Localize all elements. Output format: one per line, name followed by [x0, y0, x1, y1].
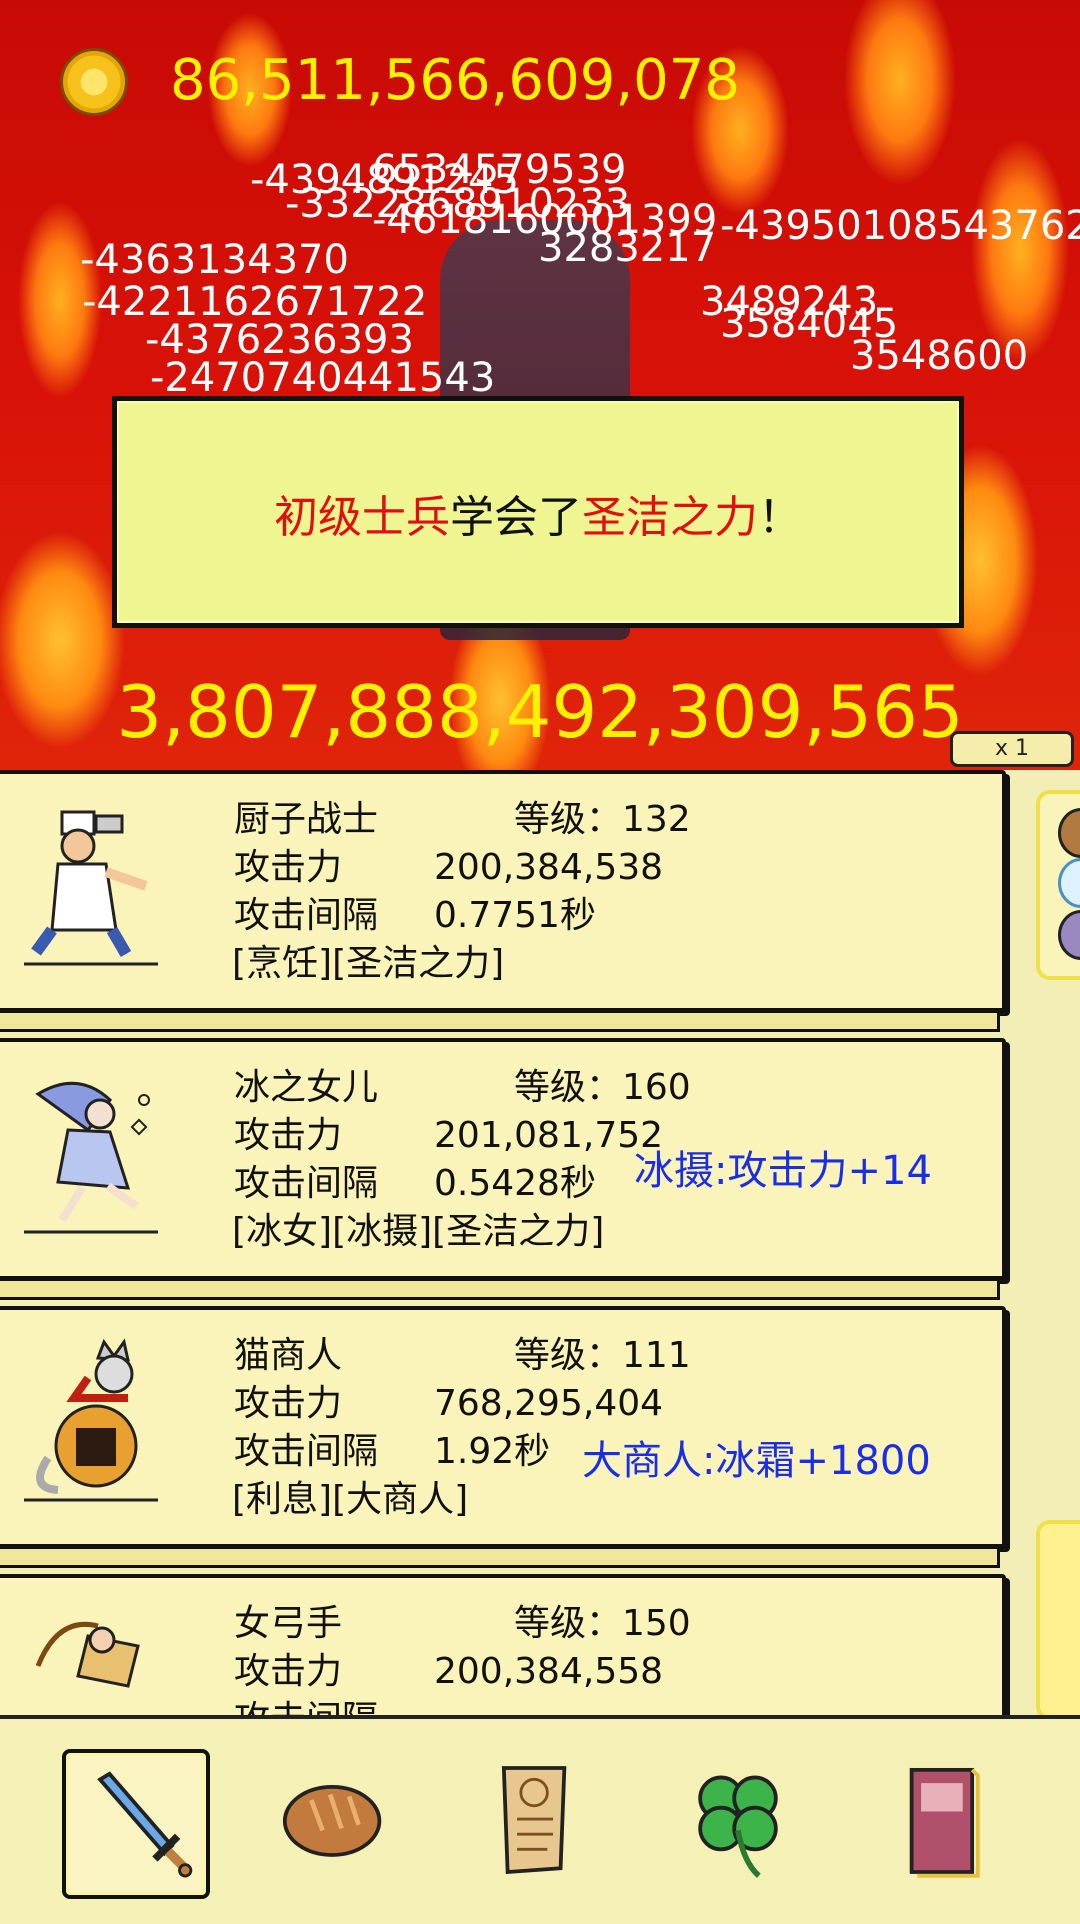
hero-level: 等级：160: [514, 1067, 691, 1108]
hero-level: 等级：132: [514, 799, 691, 840]
notice-unit-name: 初级士兵: [274, 492, 450, 543]
book-icon: [909, 1767, 980, 1878]
interval-value: 0.7751秒: [434, 895, 596, 936]
hero-tags: [冰女][冰摄][圣洁之力]: [232, 1211, 605, 1252]
hero-name: 冰之女儿: [234, 1067, 379, 1108]
attack-value: 200,384,558: [434, 1651, 664, 1692]
divider: [0, 1546, 1000, 1568]
hero-tags: [利息][大商人]: [232, 1479, 469, 1520]
chef-warrior-portrait: [24, 810, 158, 966]
coin-icon: [60, 48, 128, 116]
interval-label: 攻击间隔: [234, 1698, 378, 1715]
hero-card-cat-merchant[interactable]: 猫商人 等级：111 攻击力 768,295,404 攻击间隔 1.92秒 [利…: [0, 1306, 1006, 1548]
speed-toggle-button[interactable]: x 1: [950, 731, 1074, 767]
interval-value: 0.5428秒: [434, 1163, 596, 1204]
hero-card-chef[interactable]: 厨子战士 等级：132 攻击力 200,384,538 攻击间隔 0.7751秒…: [0, 770, 1006, 1012]
damage-popup: -4395010854376230: [720, 203, 1080, 249]
battle-stage[interactable]: 86,511,566,609,078 -4394891245 653457953…: [0, 0, 1080, 770]
attack-value: 768,295,404: [434, 1383, 664, 1424]
damage-popup: 3283217: [538, 225, 717, 271]
skill-learned-notice[interactable]: 初级士兵学会了圣洁之力！: [112, 396, 964, 628]
tab-food[interactable]: [264, 1749, 412, 1899]
interval-label: 攻击间隔: [234, 1431, 379, 1472]
notice-middle-text: 学会了: [450, 492, 582, 543]
hero-card-ice-daughter[interactable]: 冰之女儿 等级：160 攻击力 201,081,752 攻击间隔 0.5428秒…: [0, 1038, 1006, 1280]
notice-end-text: ！: [758, 492, 802, 543]
buff-popup: 大商人:冰霜+1800: [582, 1438, 931, 1484]
ice-daughter-portrait: [24, 1081, 158, 1234]
clover-icon: [698, 1775, 778, 1878]
damage-popup: 3548600: [850, 333, 1029, 379]
hero-name: 厨子战士: [234, 799, 379, 840]
attack-label: 攻击力: [234, 1115, 343, 1156]
hero-name: 猫商人: [234, 1335, 343, 1376]
tab-scrolls[interactable]: [466, 1749, 614, 1899]
scroll-icon: [501, 1766, 567, 1875]
archer-portrait: [35, 1621, 140, 1688]
damage-popup: -2470740441543: [150, 355, 496, 401]
tab-luck[interactable]: [668, 1749, 816, 1899]
side-expand-tab[interactable]: [1036, 1520, 1080, 1720]
notice-message: 初级士兵学会了圣洁之力！: [117, 481, 959, 545]
hero-card-archer[interactable]: 女弓手 等级：150 攻击力 200,384,558 攻击间隔: [0, 1574, 1006, 1715]
notice-skill-name: 圣洁之力: [582, 492, 758, 543]
hero-level: 等级：150: [514, 1603, 691, 1644]
bottom-tab-bar: [0, 1715, 1080, 1924]
damage-popup: -4363134370: [80, 237, 349, 283]
hero-name: 女弓手: [234, 1603, 343, 1644]
gold-counter: 86,511,566,609,078: [170, 48, 741, 113]
buff-popup: 冰摄:攻击力+14: [634, 1148, 932, 1194]
attack-label: 攻击力: [234, 1651, 343, 1692]
interval-label: 攻击间隔: [234, 1163, 379, 1204]
total-damage-counter: 3,807,888,492,309,565: [116, 670, 964, 754]
hero-list[interactable]: 厨子战士 等级：132 攻击力 200,384,538 攻击间隔 0.7751秒…: [0, 770, 1080, 1715]
hero-tags: [烹饪][圣洁之力]: [232, 943, 505, 984]
attack-label: 攻击力: [234, 1383, 343, 1424]
interval-label: 攻击间隔: [234, 895, 379, 936]
divider: [0, 1278, 1000, 1300]
cat-merchant-portrait: [24, 1338, 158, 1502]
tab-codex[interactable]: [870, 1749, 1018, 1899]
attack-value: 200,384,538: [434, 847, 664, 888]
divider: [0, 1010, 1000, 1032]
sword-icon: [97, 1771, 193, 1878]
tab-heroes[interactable]: [62, 1749, 210, 1899]
attack-value: 201,081,752: [434, 1115, 664, 1156]
bread-icon: [282, 1784, 382, 1857]
hero-level: 等级：111: [514, 1335, 691, 1376]
attack-label: 攻击力: [234, 847, 343, 888]
interval-value: 1.92秒: [434, 1431, 551, 1472]
